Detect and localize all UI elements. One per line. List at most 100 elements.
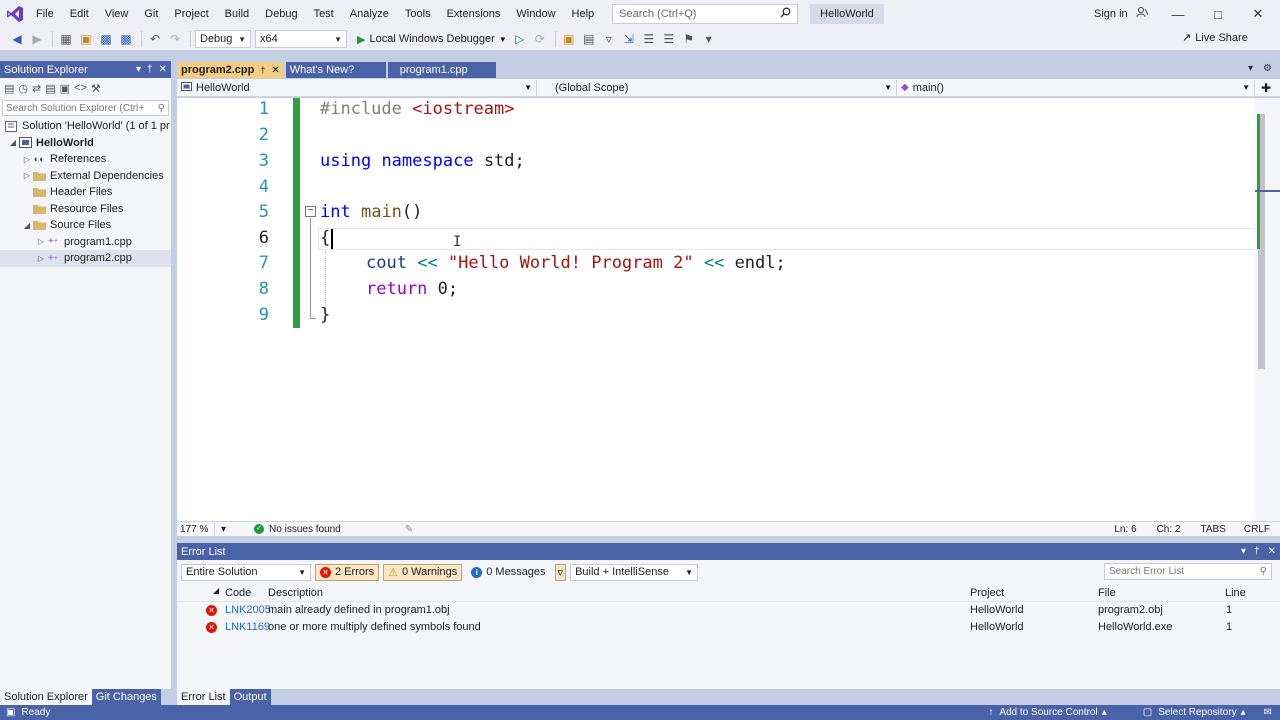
menu-debug[interactable]: Debug [257, 0, 305, 28]
tree-header-files[interactable]: Header Files [0, 184, 171, 201]
pin-icon[interactable]: † [260, 65, 265, 75]
platform-dropdown[interactable]: x64 ▼ [255, 30, 347, 48]
tab-program1-cpp[interactable]: program1.cpp [387, 62, 496, 78]
chevron-down-icon[interactable]: ▾ [1241, 546, 1246, 557]
switch-views-icon[interactable]: ⇄ [32, 82, 41, 95]
toolbar-overflow-icon[interactable]: ▾ [700, 30, 718, 48]
configuration-dropdown[interactable]: Debug ▼ [195, 30, 251, 48]
issues-indicator[interactable]: ✓ No issues found [254, 524, 341, 535]
hot-reload-icon[interactable]: ⟳ [531, 30, 549, 48]
column-code[interactable]: Code [225, 585, 251, 602]
close-window-button[interactable]: ✕ [1244, 4, 1272, 24]
menu-git[interactable]: Git [136, 0, 166, 28]
member-nav-dropdown[interactable]: ◆ main() ▼ [897, 79, 1255, 96]
scope-nav-dropdown[interactable]: (Global Scope) ▼ [537, 79, 897, 96]
wrench-icon[interactable]: ⚒ [91, 82, 101, 95]
tree-program1-cpp[interactable]: ▷ + + program1.cpp [0, 234, 171, 251]
live-share-button[interactable]: ↗ Live Share [1182, 31, 1248, 45]
split-editor-icon[interactable]: ✚ [1261, 81, 1271, 95]
tab-program2-cpp[interactable]: program2.cpp † ✕ [177, 62, 284, 78]
select-repository-button[interactable]: Select Repository [1158, 707, 1236, 718]
menu-extensions[interactable]: Extensions [439, 0, 509, 28]
brush-icon[interactable]: ✎ [405, 524, 413, 535]
editor-vertical-scrollbar[interactable] [1255, 98, 1280, 521]
layout-icon[interactable]: ▤ [580, 30, 598, 48]
navigate-forward-icon[interactable]: ▶ [28, 30, 46, 48]
save-all-icon[interactable]: ▩ [117, 30, 135, 48]
menu-analyze[interactable]: Analyze [342, 0, 397, 28]
collapsed-arrow-icon[interactable]: ▷ [36, 237, 46, 246]
tab-output[interactable]: Output [229, 689, 271, 705]
start-debugging-button[interactable]: ▶ Local Windows Debugger ▼ [357, 33, 507, 46]
menu-project[interactable]: Project [166, 0, 216, 28]
menu-test[interactable]: Test [306, 0, 342, 28]
tree-solution[interactable]: Solution 'HelloWorld' (1 of 1 pr [0, 118, 171, 135]
new-project-icon[interactable]: ▦ [57, 30, 75, 48]
menu-help[interactable]: Help [564, 0, 603, 28]
menu-edit[interactable]: Edit [62, 0, 97, 28]
menu-view[interactable]: View [97, 0, 137, 28]
column-file[interactable]: File [1098, 585, 1116, 602]
history-icon[interactable]: ◷ [18, 82, 28, 95]
show-all-files-icon[interactable]: ▣ [60, 82, 70, 95]
maximize-button[interactable]: □ [1204, 4, 1232, 24]
column-line[interactable]: Line [1225, 585, 1246, 602]
build-filter-dropdown[interactable]: Build + IntelliSense ▼ [570, 563, 699, 581]
gear-icon[interactable]: ⚙ [1263, 63, 1272, 74]
zoom-level[interactable]: 177 % [177, 521, 215, 537]
start-without-debugging-icon[interactable]: ▷ [511, 30, 529, 48]
tree-project[interactable]: ◢ HelloWorld [0, 135, 171, 152]
column-project[interactable]: Project [970, 585, 1004, 602]
error-code-link[interactable]: LNK1169 [225, 619, 270, 636]
visual-studio-logo-icon[interactable] [2, 0, 28, 28]
expanded-arrow-icon[interactable]: ◢ [8, 138, 18, 147]
collapsed-arrow-icon[interactable]: ▷ [22, 155, 32, 164]
menu-file[interactable]: File [28, 0, 62, 28]
uncomment-icon[interactable]: ☰ [660, 30, 678, 48]
tree-references[interactable]: ▷ ◐◐ References [0, 151, 171, 168]
tree-external-dependencies[interactable]: ▷ External Dependencies [0, 168, 171, 185]
indent-mode[interactable]: TABS [1200, 524, 1225, 535]
solution-search-input[interactable]: Search Solution Explorer (Ctrl+ ⚲ [2, 100, 169, 116]
step-icon[interactable]: ⇲ [620, 30, 638, 48]
close-icon[interactable]: ✕ [271, 65, 279, 76]
line-ending[interactable]: CRLF [1244, 524, 1270, 535]
pin-icon[interactable]: † [147, 64, 153, 75]
collapse-region-icon[interactable]: − [305, 206, 316, 217]
save-icon[interactable]: ▩ [97, 30, 115, 48]
comment-icon[interactable]: ☰ [640, 30, 658, 48]
open-folder-icon[interactable]: ▣ [77, 30, 95, 48]
browse-icon[interactable]: ▣ [560, 30, 578, 48]
collapsed-arrow-icon[interactable]: ▷ [36, 254, 46, 263]
collapsed-arrow-icon[interactable]: ▷ [22, 171, 32, 180]
navigate-back-icon[interactable]: ◀ [8, 30, 26, 48]
tree-resource-files[interactable]: Resource Files [0, 201, 171, 218]
chevron-down-icon[interactable]: ▾ [136, 64, 141, 75]
tab-git-changes[interactable]: Git Changes [91, 689, 161, 705]
pin-icon[interactable]: † [1254, 546, 1260, 557]
chevron-down-icon[interactable]: ▾ [1248, 63, 1253, 74]
error-list-search-input[interactable]: Search Error List ⚲ [1104, 563, 1272, 580]
code-editor[interactable]: 1 2 3 4 5 6 7 8 9 − #include <iostream> … [177, 98, 1280, 521]
table-row[interactable]: ✕ LNK2005 main already defined in progra… [177, 602, 1280, 619]
tree-program2-cpp[interactable]: ▷ + + program2.cpp [0, 250, 171, 267]
user-feedback-icon[interactable] [1136, 6, 1149, 21]
bookmark-icon[interactable]: ⚑ [680, 30, 698, 48]
zoom-dropdown-icon[interactable]: ▾ [221, 524, 226, 535]
close-icon[interactable]: ✕ [1268, 546, 1276, 557]
menu-tools[interactable]: Tools [397, 0, 439, 28]
expanded-arrow-icon[interactable]: ◢ [22, 221, 32, 230]
filter-icon[interactable]: ▿ [600, 30, 618, 48]
tab-solution-explorer[interactable]: Solution Explorer [0, 689, 92, 705]
minimize-button[interactable]: — [1164, 4, 1192, 24]
column-indicator[interactable]: Ch: 2 [1157, 524, 1181, 535]
sync-icon[interactable]: ▤ [4, 82, 14, 95]
tree-source-files[interactable]: ◢ Source Files [0, 217, 171, 234]
global-search-input[interactable]: Search (Ctrl+Q) [612, 4, 799, 24]
tab-error-list[interactable]: Error List [177, 689, 230, 705]
scope-dropdown[interactable]: Entire Solution ▼ [181, 563, 311, 581]
menu-build[interactable]: Build [217, 0, 257, 28]
close-icon[interactable]: ✕ [159, 64, 167, 75]
tab-whats-new[interactable]: What's New? [285, 62, 386, 78]
add-to-source-control-button[interactable]: Add to Source Control [999, 707, 1097, 718]
